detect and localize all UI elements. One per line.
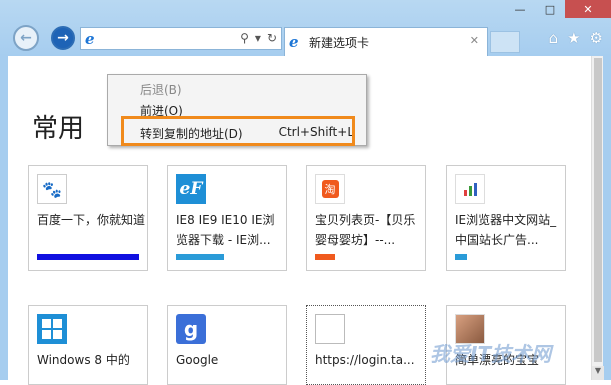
tile-taobao-login[interactable]: https://login.ta... — [306, 305, 426, 385]
browser-chrome: — □ ✕ ← → e ⚲ ▾ ↻ e 新建选项卡 ✕ ⌂ ★ ⚙ — [0, 0, 611, 56]
tile-baidu[interactable]: 🐾 百度一下，你就知道 — [28, 165, 148, 271]
tile-label: Windows 8 中的 — [37, 353, 130, 367]
minimize-button[interactable]: — — [505, 0, 535, 18]
tile-bar — [455, 254, 467, 260]
scrollbar[interactable]: ▼ — [591, 56, 604, 380]
tab-new[interactable]: e 新建选项卡 ✕ — [284, 27, 488, 56]
chart-icon — [455, 174, 485, 204]
highlight-box — [121, 116, 355, 146]
tile-windows8[interactable]: Windows 8 中的 — [28, 305, 148, 385]
favorites-icon[interactable]: ★ — [567, 29, 580, 47]
tile-taobao[interactable]: 淘 宝贝列表页-【贝乐婴母婴坊】--... — [306, 165, 426, 271]
window-frame-left — [0, 56, 8, 380]
ie-logo-icon: e — [85, 29, 95, 48]
ie-logo-icon: e — [289, 33, 299, 51]
chevron-down-icon[interactable]: ▾ — [255, 31, 261, 45]
close-icon[interactable]: ✕ — [470, 34, 479, 47]
scroll-down-icon[interactable]: ▼ — [592, 366, 604, 380]
ie-logo-icon: eF — [176, 174, 206, 204]
watermark: 我爱IT技术网 — [430, 342, 552, 366]
tile-ie-download[interactable]: eF IE8 IE9 IE10 IE浏览器下载 - IE浏... — [167, 165, 287, 271]
scrollbar-thumb[interactable] — [594, 58, 602, 362]
maximize-button[interactable]: □ — [535, 0, 565, 18]
search-icon[interactable]: ⚲ — [240, 31, 249, 45]
refresh-icon[interactable]: ↻ — [267, 31, 277, 45]
tile-bar — [176, 254, 224, 260]
tile-label: Google — [176, 353, 219, 367]
page-title: 常用 — [32, 114, 85, 144]
window-frame-right — [603, 56, 611, 380]
windows-icon — [37, 314, 67, 344]
home-icon[interactable]: ⌂ — [549, 29, 559, 47]
forward-button[interactable]: → — [51, 26, 75, 50]
tile-label: 百度一下，你就知道 — [37, 213, 145, 227]
tile-google[interactable]: g Google — [167, 305, 287, 385]
tile-ie-chinese-site[interactable]: IE浏览器中文网站_中国站长广告... — [446, 165, 566, 271]
gear-icon[interactable]: ⚙ — [590, 29, 603, 47]
new-tab-button[interactable] — [490, 31, 520, 53]
close-button[interactable]: ✕ — [565, 0, 611, 18]
window-controls: — □ ✕ — [505, 0, 611, 18]
tab-title: 新建选项卡 — [309, 35, 370, 50]
tile-bar — [315, 254, 335, 260]
google-icon: g — [176, 314, 206, 344]
tile-bar — [37, 254, 139, 260]
menu-item-back[interactable]: 后退(B) — [140, 81, 182, 98]
tile-label: IE8 IE9 IE10 IE浏览器下载 - IE浏... — [176, 213, 275, 247]
blank-icon — [315, 314, 345, 344]
tile-label: IE浏览器中文网站_中国站长广告... — [455, 213, 557, 247]
back-button[interactable]: ← — [13, 25, 39, 51]
taobao-icon: 淘 — [315, 174, 345, 204]
toolbar: ⌂ ★ ⚙ — [549, 29, 603, 47]
tile-label: 宝贝列表页-【贝乐婴母婴坊】--... — [315, 213, 416, 247]
tile-label: https://login.ta... — [315, 353, 415, 367]
address-bar[interactable]: e ⚲ ▾ ↻ — [80, 27, 282, 50]
paw-icon: 🐾 — [37, 174, 67, 204]
